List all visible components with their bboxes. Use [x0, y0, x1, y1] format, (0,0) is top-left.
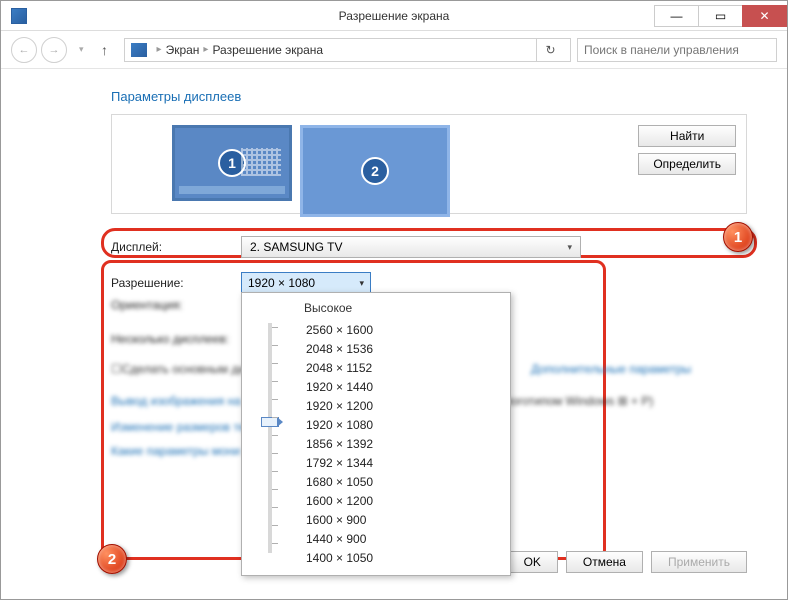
resolution-dropdown: Высокое 2560 × 16002048 × 15362048 × 115…	[241, 292, 511, 576]
cancel-button[interactable]: Отмена	[566, 551, 643, 573]
resolution-option[interactable]: 1600 × 900	[306, 511, 500, 529]
which-link[interactable]: Какие параметры мони	[111, 444, 240, 458]
resize-link[interactable]: Изменение размеров те	[111, 420, 245, 434]
resolution-slider[interactable]	[252, 321, 288, 567]
maximize-button[interactable]: ▭	[698, 5, 743, 27]
up-button[interactable]: ↑	[92, 37, 118, 63]
resolution-option[interactable]: 1792 × 1344	[306, 454, 500, 472]
folder-icon	[131, 43, 147, 57]
callout-1: 1	[723, 222, 753, 252]
resolution-option[interactable]: 1400 × 1050	[306, 549, 500, 567]
resolution-option[interactable]: 1920 × 1440	[306, 378, 500, 396]
crumb-resolution[interactable]: Разрешение экрана	[212, 43, 323, 57]
output-link[interactable]: Вывод изображения на	[111, 394, 241, 408]
resolution-select[interactable]: 1920 × 1080 ▾	[241, 272, 371, 294]
resolution-option[interactable]: 1600 × 1200	[306, 492, 500, 510]
resolution-option[interactable]: 1856 × 1392	[306, 435, 500, 453]
breadcrumb[interactable]: ▸ Экран ▸ Разрешение экрана ↻	[124, 38, 571, 62]
history-dropdown[interactable]: ▾	[79, 44, 84, 55]
resolution-option[interactable]: 2048 × 1152	[306, 359, 500, 377]
dropdown-title: Высокое	[304, 301, 500, 315]
ok-button[interactable]: OK	[507, 551, 558, 573]
close-button[interactable]: ✕	[742, 5, 787, 27]
resolution-option[interactable]: 2048 × 1536	[306, 340, 500, 358]
resolution-option[interactable]: 1920 × 1200	[306, 397, 500, 415]
orientation-label: Ориентация:	[111, 298, 241, 312]
detect-button[interactable]: Определить	[638, 153, 736, 175]
resolution-option[interactable]: 1920 × 1080	[306, 416, 500, 434]
app-icon	[11, 8, 27, 24]
apply-button[interactable]: Применить	[651, 551, 747, 573]
monitor-1[interactable]: 1	[172, 125, 292, 201]
display-select[interactable]: 2. SAMSUNG TV ▾	[241, 236, 581, 258]
refresh-icon[interactable]: ↻	[536, 38, 564, 62]
display-preview: 1 2 Найти Определить	[111, 114, 747, 214]
callout-2: 2	[97, 544, 127, 574]
chevron-down-icon: ▾	[567, 242, 572, 253]
resolution-label: Разрешение:	[111, 276, 241, 290]
window-title: Разрешение экрана	[339, 9, 450, 23]
section-title: Параметры дисплеев	[111, 89, 747, 104]
forward-button[interactable]: →	[41, 37, 67, 63]
find-button[interactable]: Найти	[638, 125, 736, 147]
resolution-option[interactable]: 1680 × 1050	[306, 473, 500, 491]
monitor-2[interactable]: 2	[300, 125, 450, 217]
advanced-link[interactable]: Дополнительные параметры	[531, 362, 691, 376]
chevron-down-icon: ▾	[359, 278, 364, 289]
crumb-screen[interactable]: Экран	[166, 43, 200, 57]
resolution-option[interactable]: 2560 × 1600	[306, 321, 500, 339]
minimize-button[interactable]: —	[654, 5, 699, 27]
slider-handle[interactable]	[261, 417, 279, 427]
display-label: Дисплей:	[111, 240, 241, 254]
resolution-option[interactable]: 1440 × 900	[306, 530, 500, 548]
search-input[interactable]	[577, 38, 777, 62]
back-button[interactable]: ←	[11, 37, 37, 63]
